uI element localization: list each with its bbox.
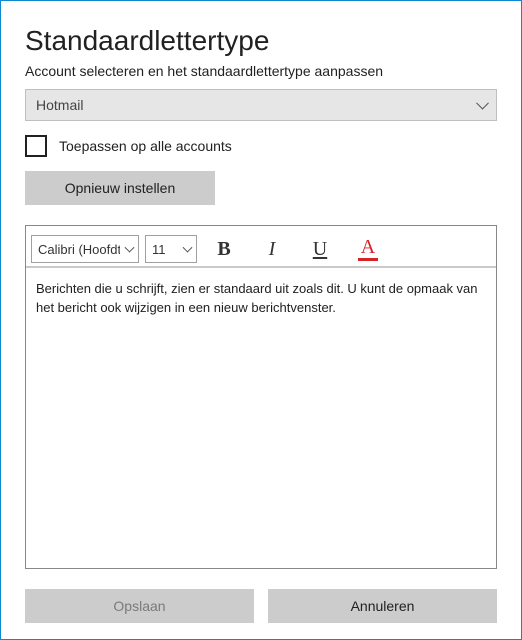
bold-icon: B	[217, 238, 230, 261]
italic-button[interactable]: I	[251, 233, 293, 265]
page-title: Standaardlettertype	[25, 25, 497, 57]
apply-all-checkbox[interactable]	[25, 135, 47, 157]
font-name-select[interactable]: Calibri (Hoofdtekst)	[31, 235, 139, 263]
account-select[interactable]: Hotmail	[25, 89, 497, 121]
font-size-select[interactable]: 11	[145, 235, 197, 263]
underline-icon: U	[313, 238, 327, 261]
underline-button[interactable]: U	[299, 233, 341, 265]
reset-button[interactable]: Opnieuw instellen	[25, 171, 215, 205]
bold-button[interactable]: B	[203, 233, 245, 265]
account-select-wrap[interactable]: Hotmail	[25, 89, 497, 121]
cancel-button[interactable]: Annuleren	[268, 589, 497, 623]
editor-panel: Calibri (Hoofdtekst) 11 B I U A Berichte…	[25, 225, 497, 569]
apply-all-row[interactable]: Toepassen op alle accounts	[25, 135, 497, 157]
dialog-footer: Opslaan Annuleren	[25, 589, 497, 623]
format-toolbar: Calibri (Hoofdtekst) 11 B I U A	[26, 226, 496, 268]
save-button: Opslaan	[25, 589, 254, 623]
font-color-button[interactable]: A	[347, 233, 389, 265]
italic-icon: I	[269, 238, 276, 261]
font-color-icon: A	[358, 237, 378, 261]
apply-all-label: Toepassen op alle accounts	[59, 138, 232, 154]
preview-text[interactable]: Berichten die u schrijft, zien er standa…	[26, 268, 496, 568]
page-subtitle: Account selecteren en het standaardlette…	[25, 63, 497, 79]
